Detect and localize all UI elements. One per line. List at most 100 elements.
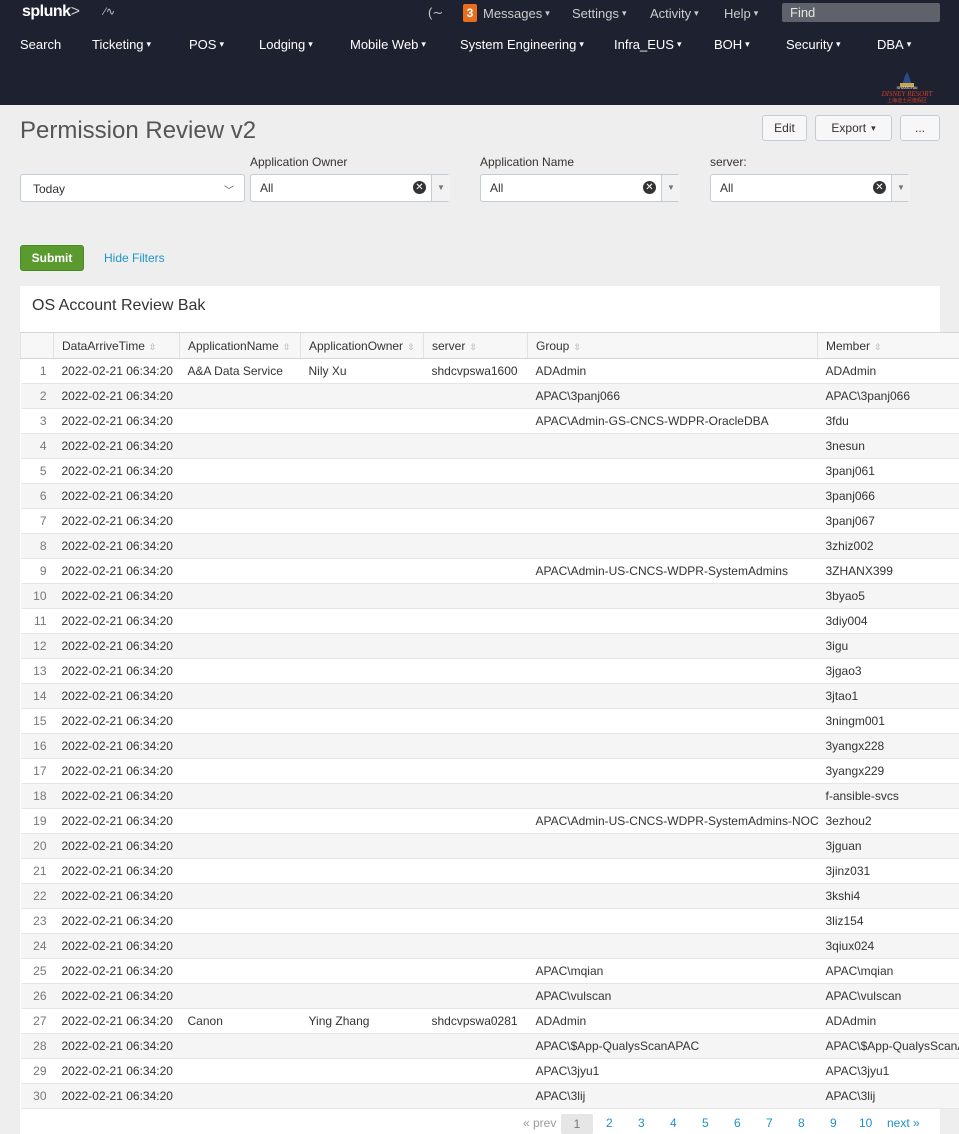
health-icon[interactable]: (∼: [428, 0, 443, 26]
next-page-link[interactable]: next »: [887, 1116, 920, 1130]
table-row[interactable]: 6 2022-02-21 06:34:20 3panj066: [20, 483, 959, 509]
table-row[interactable]: 18 2022-02-21 06:34:20 f-ansible-svcs: [20, 783, 959, 809]
submit-button[interactable]: Submit: [20, 245, 84, 271]
column-header[interactable]: Group ⇳: [527, 332, 818, 359]
nav-system-engineering[interactable]: System Engineering ▾: [460, 37, 584, 52]
application-owner-cell: [300, 1083, 424, 1109]
application-owner-cell: [300, 933, 424, 959]
hide-filters-link[interactable]: Hide Filters: [104, 251, 165, 265]
page-link[interactable]: 7: [766, 1116, 773, 1130]
clear-icon[interactable]: ✕: [873, 181, 886, 194]
nav-mobile-web[interactable]: Mobile Web ▾: [350, 37, 426, 52]
application-owner-cell: [300, 758, 424, 784]
splunk-logo[interactable]: splunk>: [22, 3, 80, 21]
table-row[interactable]: 30 2022-02-21 06:34:20 APAC\3lij APAC\3lij: [20, 1083, 959, 1109]
table-row[interactable]: 12 2022-02-21 06:34:20 3igu: [20, 633, 959, 659]
table-row[interactable]: 26 2022-02-21 06:34:20 APAC\vulscan APAC\vu…: [20, 983, 959, 1009]
export-button[interactable]: Export ▾: [815, 115, 892, 141]
server-cell: [423, 758, 528, 784]
column-header[interactable]: ApplicationName ⇳: [179, 332, 301, 359]
member-cell: 3qiux024: [817, 933, 959, 959]
column-header[interactable]: ApplicationOwner ⇳: [300, 332, 424, 359]
more-actions-button[interactable]: ...: [900, 115, 940, 141]
server-cell: [423, 733, 528, 759]
settings-menu[interactable]: Settings ▾: [572, 0, 627, 26]
row-index: 17: [20, 758, 54, 784]
page-link[interactable]: 8: [798, 1116, 805, 1130]
dropdown-arrow-icon[interactable]: ▼: [661, 175, 680, 201]
page-link[interactable]: 6: [734, 1116, 741, 1130]
member-cell: 3ningm001: [817, 708, 959, 734]
table-row[interactable]: 15 2022-02-21 06:34:20 3ningm001: [20, 708, 959, 734]
find-input[interactable]: Find: [782, 3, 940, 22]
table-row[interactable]: 3 2022-02-21 06:34:20 APAC\Admin-GS-CNCS-W…: [20, 408, 959, 434]
page-link[interactable]: 10: [859, 1116, 872, 1130]
nav-lodging[interactable]: Lodging ▾: [259, 37, 313, 52]
table-row[interactable]: 1 2022-02-21 06:34:20 A&A Data Service Nily…: [20, 358, 959, 384]
server-cell: [423, 933, 528, 959]
table-row[interactable]: 14 2022-02-21 06:34:20 3jtao1: [20, 683, 959, 709]
table-row[interactable]: 24 2022-02-21 06:34:20 3qiux024: [20, 933, 959, 959]
table-row[interactable]: 13 2022-02-21 06:34:20 3jgao3: [20, 658, 959, 684]
application-name-select[interactable]: All ✕ ▼: [480, 174, 680, 202]
nav-pos[interactable]: POS ▾: [189, 37, 224, 52]
member-cell: 3jtao1: [817, 683, 959, 709]
nav-ticketing[interactable]: Ticketing ▾: [92, 37, 151, 52]
application-name-cell: [179, 708, 301, 734]
table-row[interactable]: 29 2022-02-21 06:34:20 APAC\3jyu1 APAC\3jyu…: [20, 1058, 959, 1084]
nav-dba[interactable]: DBA ▾: [877, 37, 911, 52]
table-row[interactable]: 27 2022-02-21 06:34:20 Canon Ying Zhang shdc…: [20, 1008, 959, 1034]
clear-icon[interactable]: ✕: [643, 181, 656, 194]
table-row[interactable]: 5 2022-02-21 06:34:20 3panj061: [20, 458, 959, 484]
dropdown-arrow-icon[interactable]: ▼: [891, 175, 910, 201]
nav-infra-eus[interactable]: Infra_EUS ▾: [614, 37, 682, 52]
table-row[interactable]: 17 2022-02-21 06:34:20 3yangx229: [20, 758, 959, 784]
table-row[interactable]: 9 2022-02-21 06:34:20 APAC\Admin-US-CNCS-W…: [20, 558, 959, 584]
column-header[interactable]: Member ⇳: [817, 332, 959, 359]
prev-page-link[interactable]: « prev: [523, 1116, 556, 1130]
messages-menu[interactable]: 3 Messages ▾: [463, 0, 550, 26]
nav-security[interactable]: Security ▾: [786, 37, 841, 52]
chevron-down-icon: ▾: [906, 39, 912, 49]
application-name-cell: [179, 433, 301, 459]
table-row[interactable]: 11 2022-02-21 06:34:20 3diy004: [20, 608, 959, 634]
page-link[interactable]: 2: [606, 1116, 613, 1130]
table-row[interactable]: 22 2022-02-21 06:34:20 3kshi4: [20, 883, 959, 909]
page-link[interactable]: 4: [670, 1116, 677, 1130]
table-row[interactable]: 8 2022-02-21 06:34:20 3zhiz002: [20, 533, 959, 559]
page-link-current[interactable]: 1: [561, 1114, 593, 1134]
nav-search[interactable]: Search: [20, 37, 61, 52]
table-row[interactable]: 28 2022-02-21 06:34:20 APAC\$App-QualysSca…: [20, 1033, 959, 1059]
page-link[interactable]: 3: [638, 1116, 645, 1130]
column-header[interactable]: server ⇳: [423, 332, 528, 359]
page-link[interactable]: 5: [702, 1116, 709, 1130]
table-row[interactable]: 16 2022-02-21 06:34:20 3yangx228: [20, 733, 959, 759]
table-row[interactable]: 4 2022-02-21 06:34:20 3nesun: [20, 433, 959, 459]
page-link[interactable]: 9: [830, 1116, 837, 1130]
member-cell: 3panj061: [817, 458, 959, 484]
table-row[interactable]: 19 2022-02-21 06:34:20 APAC\Admin-US-CNCS-…: [20, 808, 959, 834]
clear-icon[interactable]: ✕: [413, 181, 426, 194]
table-row[interactable]: 23 2022-02-21 06:34:20 3liz154: [20, 908, 959, 934]
member-cell: 3panj066: [817, 483, 959, 509]
table-row[interactable]: 25 2022-02-21 06:34:20 APAC\mqian APAC\mqia…: [20, 958, 959, 984]
help-menu[interactable]: Help ▾: [724, 0, 758, 26]
activity-menu[interactable]: Activity ▾: [650, 0, 699, 26]
dropdown-arrow-icon[interactable]: ▼: [431, 175, 450, 201]
application-owner-select[interactable]: All ✕ ▼: [250, 174, 450, 202]
table-row[interactable]: 21 2022-02-21 06:34:20 3jinz031: [20, 858, 959, 884]
table-row[interactable]: 20 2022-02-21 06:34:20 3jguan: [20, 833, 959, 859]
table-row[interactable]: 10 2022-02-21 06:34:20 3byao5: [20, 583, 959, 609]
logo-text-chinese: 上海迪士尼度假区: [887, 97, 927, 104]
edit-button[interactable]: Edit: [762, 115, 807, 141]
table-row[interactable]: 7 2022-02-21 06:34:20 3panj067: [20, 508, 959, 534]
server-select[interactable]: All ✕ ▼: [710, 174, 910, 202]
server-label: server:: [710, 155, 747, 169]
table-row[interactable]: 2 2022-02-21 06:34:20 APAC\3panj066 APAC\3p…: [20, 383, 959, 409]
column-header[interactable]: DataArriveTime ⇳: [53, 332, 180, 359]
nav-boh[interactable]: BOH ▾: [714, 37, 750, 52]
server-cell: [423, 1058, 528, 1084]
results-panel: OS Account Review Bak DataArriveTime ⇳ Ap…: [20, 286, 959, 1134]
activity-sparkline-icon[interactable]: ⁄∿: [104, 5, 115, 18]
time-range-picker[interactable]: Today ﹀: [20, 174, 245, 202]
